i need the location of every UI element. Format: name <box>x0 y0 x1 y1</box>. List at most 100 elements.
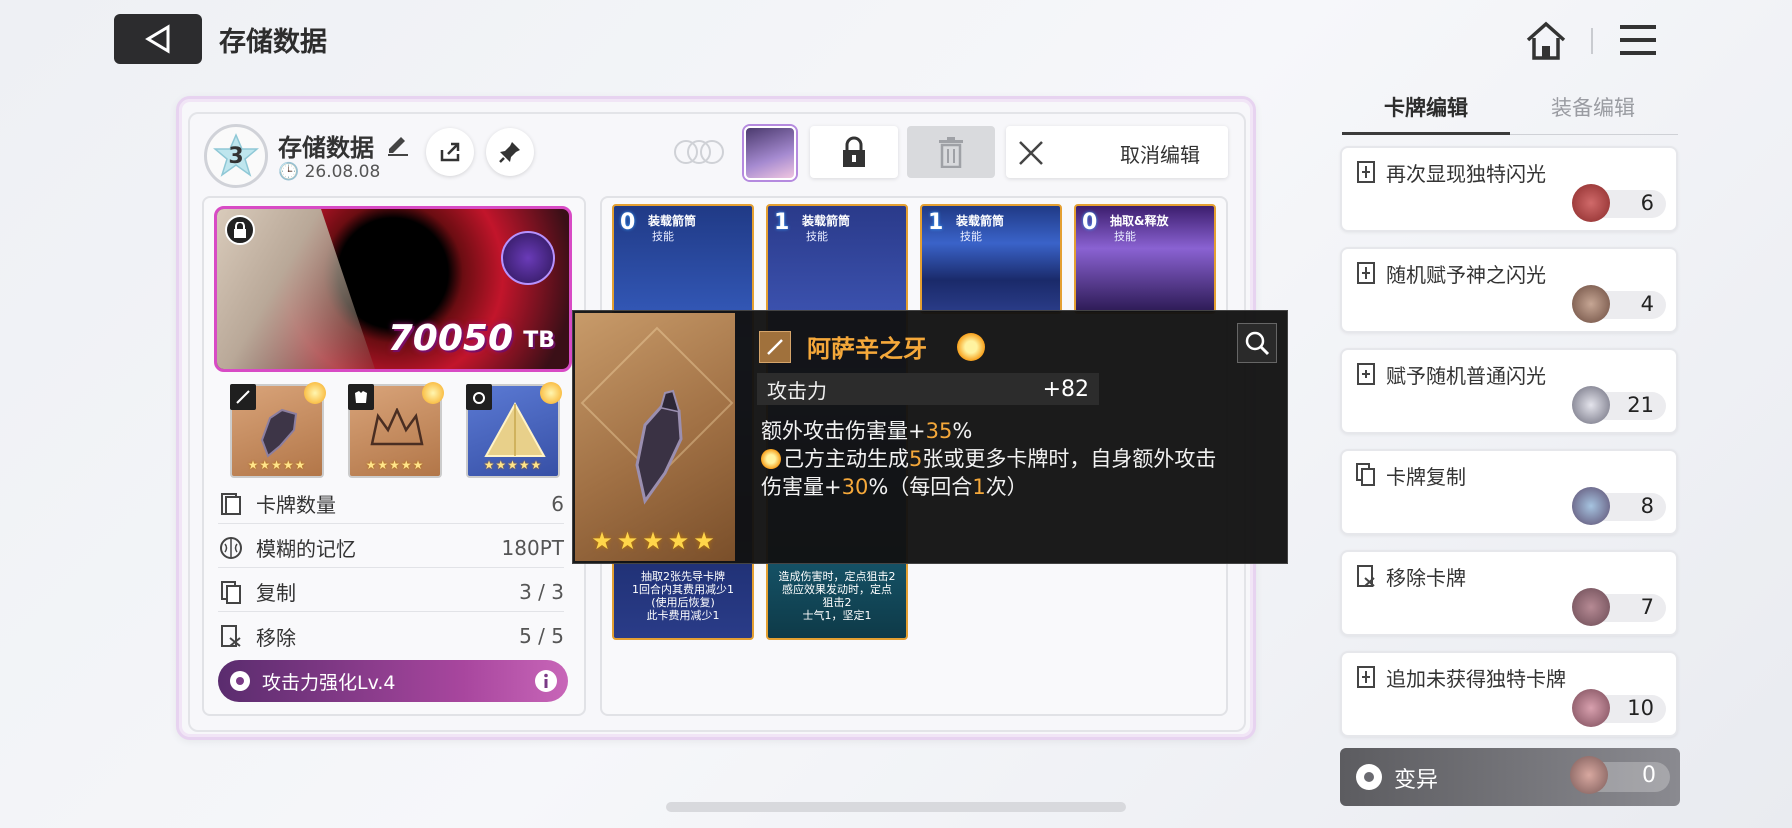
equipment-image: ★★★★★ <box>575 313 735 561</box>
deck-card[interactable]: 0 抽取&释放 技能 <box>1074 204 1216 314</box>
level-number: 3 <box>228 143 244 169</box>
info-icon[interactable] <box>534 669 558 693</box>
skill-item-card-copy[interactable]: 卡牌复制 8 <box>1340 449 1678 535</box>
skill-count: 10 <box>1627 696 1654 720</box>
equip-slot-weapon[interactable]: ★★★★★ <box>230 382 326 478</box>
stat-row-card-count: 卡牌数量 6 <box>218 484 564 524</box>
skill-label: 移除卡牌 <box>1386 566 1466 590</box>
stat-row-remove: 移除 5 / 5 <box>218 616 564 656</box>
save-name: 存储数据 <box>278 134 374 162</box>
skill-orb-icon <box>1572 386 1610 424</box>
skill-count-box: 10 <box>1572 689 1666 727</box>
equip-slot-accessory[interactable]: ★★★★★ <box>466 382 562 478</box>
back-arrow-icon <box>145 24 170 54</box>
delete-button[interactable] <box>907 126 995 178</box>
card-type: 技能 <box>960 230 982 243</box>
back-button[interactable] <box>114 14 202 64</box>
skill-count: 21 <box>1627 393 1654 417</box>
skill-orb-icon <box>1572 184 1610 222</box>
stat-label: 模糊的记忆 <box>256 537 356 561</box>
effect-number: 1 <box>972 475 986 499</box>
card-flash-icon <box>1357 666 1375 688</box>
pin-button[interactable] <box>486 128 534 176</box>
equip-slot-armor[interactable]: ★★★★★ <box>348 382 444 478</box>
effect-text: %（每回合 <box>868 475 973 499</box>
copy-icon <box>1356 463 1375 486</box>
gauntlet-icon <box>260 408 298 458</box>
effect-line-3: 伤害量+30%（每回合1次） <box>761 473 1028 501</box>
skill-label: 再次显现独特闪光 <box>1386 162 1546 186</box>
deck-card[interactable]: 1 装载箭筒 技能 <box>920 204 1062 314</box>
home-button[interactable] <box>1524 18 1568 62</box>
copy-icon <box>218 579 244 605</box>
gauntlet-icon <box>635 389 683 505</box>
skill-item-remove-card[interactable]: 移除卡牌 7 <box>1340 550 1678 636</box>
edit-name-button[interactable] <box>386 132 410 160</box>
stat-row-memory: 模糊的记忆 180PT <box>218 528 564 568</box>
card-desc-line: 1回合内其费用减少1 <box>632 583 734 596</box>
card-type: 技能 <box>652 230 674 243</box>
card-flash-icon <box>1357 262 1375 284</box>
stat-label: 移除 <box>256 625 296 650</box>
weapon-type-icon <box>759 331 791 363</box>
skill-count: 6 <box>1640 191 1654 215</box>
card-cost: 1 <box>928 210 944 235</box>
menu-button[interactable] <box>1618 20 1658 60</box>
lock-button[interactable] <box>810 126 898 178</box>
effect-text: % <box>952 419 973 443</box>
unique-sun-icon <box>957 333 985 361</box>
tab-card-edit[interactable]: 卡牌编辑 <box>1384 92 1468 122</box>
character-score: 70050 <box>387 318 513 359</box>
effect-text: 伤害量+ <box>761 475 842 499</box>
skill-orb-icon <box>1572 689 1610 727</box>
effect-line-1: 额外攻击伤害量+35% <box>761 417 972 445</box>
skill-count-box: 8 <box>1572 487 1666 525</box>
trash-icon <box>939 137 963 168</box>
equip-stars: ★★★★★ <box>365 458 425 472</box>
character-lock-icon <box>225 215 255 245</box>
inspect-button[interactable] <box>1237 323 1277 363</box>
skill-count: 4 <box>1640 292 1654 316</box>
equip-stars: ★★★★★ <box>483 458 543 472</box>
attack-buff-bar[interactable]: 攻击力强化Lv.4 <box>218 660 568 702</box>
save-date: 26.08.08 <box>304 162 381 182</box>
equipment-name: 阿萨辛之牙 <box>807 335 927 363</box>
skill-label: 追加未获得独特卡牌 <box>1386 667 1566 691</box>
cards-icon <box>218 491 244 517</box>
card-name: 装载箭筒 <box>956 214 1005 228</box>
mutation-count: 0 <box>1642 763 1656 788</box>
mutation-button[interactable]: 变异 0 <box>1340 748 1680 806</box>
share-button[interactable] <box>426 128 474 176</box>
pin-icon <box>499 142 520 163</box>
pyramid-icon <box>484 401 546 457</box>
mutation-flower-icon <box>1356 764 1382 790</box>
stat-value: +82 <box>1042 376 1089 402</box>
skill-count: 7 <box>1640 595 1654 619</box>
effect-text: 次） <box>985 475 1028 499</box>
stat-value: 5 / 5 <box>519 624 564 648</box>
skill-label: 卡牌复制 <box>1386 465 1466 489</box>
character-avatar[interactable] <box>744 126 796 180</box>
skill-item-random-normal-flash[interactable]: 赋予随机普通闪光 21 <box>1340 348 1678 434</box>
weapon-type-icon <box>230 384 256 410</box>
cancel-edit-button[interactable]: 取消编辑 <box>1006 126 1228 178</box>
clock-icon: 🕒 <box>278 162 300 182</box>
card-flash-icon <box>1357 161 1375 183</box>
skill-orb-icon <box>1572 588 1610 626</box>
skill-item-random-god-flash[interactable]: 随机赋予神之闪光 4 <box>1340 247 1678 333</box>
equipment-stars: ★★★★★ <box>591 527 719 555</box>
effect-text: 己方主动生成 <box>783 447 909 471</box>
lock-icon <box>843 136 865 167</box>
skill-count-box: 4 <box>1572 285 1666 323</box>
card-type: 技能 <box>1114 230 1136 243</box>
skill-item-add-unique-card[interactable]: 追加未获得独特卡牌 10 <box>1340 651 1678 737</box>
horizontal-scrollbar[interactable] <box>666 802 1126 812</box>
tab-equipment-edit[interactable]: 装备编辑 <box>1551 92 1635 122</box>
stat-value: 3 / 3 <box>519 579 564 604</box>
skill-item-reveal-unique-flash[interactable]: 再次显现独特闪光 6 <box>1340 146 1678 232</box>
card-desc-line: 此卡费用减少1 <box>646 609 720 622</box>
remove-card-icon <box>1357 565 1375 587</box>
skill-count-box: 21 <box>1572 386 1666 424</box>
tab-active-underline <box>1342 132 1510 135</box>
character-card[interactable]: 70050 TB <box>214 206 572 372</box>
